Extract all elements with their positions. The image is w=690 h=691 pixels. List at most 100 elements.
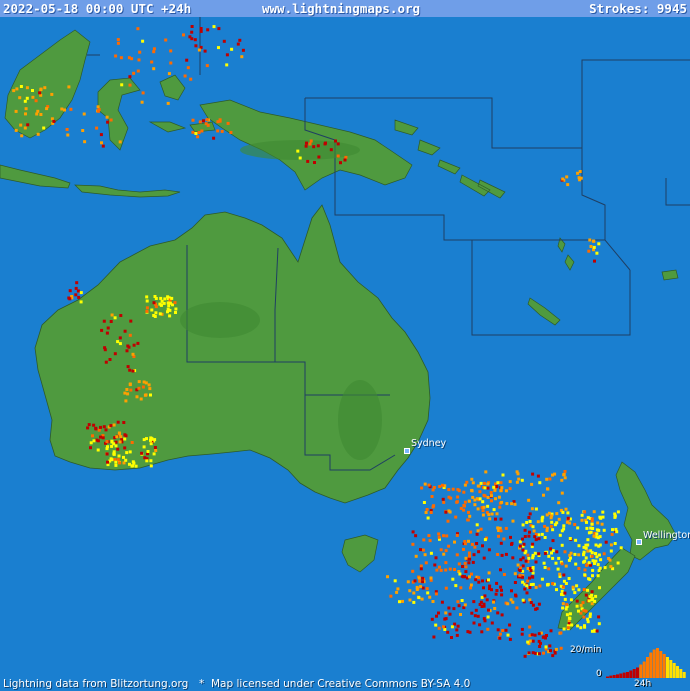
lightning-strike <box>443 617 447 621</box>
lightning-strike <box>599 558 603 562</box>
lightning-strike <box>142 445 146 449</box>
lightning-strike <box>313 161 316 164</box>
lightning-strike <box>489 491 493 494</box>
lightning-strike <box>603 566 607 570</box>
site-link[interactable]: www.lightningmaps.org <box>262 0 420 17</box>
lightning-strike <box>594 559 598 563</box>
lightning-strike <box>120 83 124 87</box>
lightning-strike <box>126 392 130 396</box>
lightning-strike <box>528 639 532 643</box>
lightning-strike <box>25 86 29 90</box>
histogram-bar <box>666 657 669 678</box>
lightning-strike <box>521 564 525 568</box>
lightning-strike <box>515 470 519 474</box>
lightning-strike <box>125 388 129 391</box>
lightning-strike <box>591 574 594 578</box>
lightning-strike <box>451 487 455 491</box>
lightning-strike <box>129 319 133 323</box>
lightning-strike <box>615 530 619 534</box>
lightning-strike <box>546 487 549 491</box>
lightning-strike <box>521 523 525 527</box>
lightning-strike <box>589 245 593 248</box>
lightning-strike <box>469 583 473 587</box>
lightning-strike <box>437 626 441 630</box>
lightning-strike <box>542 561 546 565</box>
histogram-bar <box>652 649 656 678</box>
lightning-strike <box>35 112 39 116</box>
lightning-strike <box>222 39 226 43</box>
lightning-strike <box>563 597 567 601</box>
lightning-strike <box>537 602 541 606</box>
lightning-strike <box>510 542 513 546</box>
lightning-strike <box>485 598 489 602</box>
lightning-strike <box>77 295 81 299</box>
lightning-strike <box>586 538 590 542</box>
lightning-strike <box>389 594 393 598</box>
lightning-strike <box>14 109 18 113</box>
lightning-strike <box>110 444 114 448</box>
lightning-strike <box>471 495 475 499</box>
lightning-strike <box>455 628 459 632</box>
lightning-strike <box>459 613 462 616</box>
lightning-strike <box>582 615 586 619</box>
lightning-strike <box>508 623 512 627</box>
lightning-strike <box>592 245 596 249</box>
lightning-strike <box>561 510 565 514</box>
lightning-strike <box>596 574 600 578</box>
lightning-strike <box>132 343 136 347</box>
sydney-marker <box>404 448 410 454</box>
lightning-strike <box>149 464 153 468</box>
lightning-strike <box>568 537 572 540</box>
lightning-strike <box>141 91 145 95</box>
lightning-strike <box>191 118 195 122</box>
lightning-strike <box>589 549 593 553</box>
lightning-strike <box>470 542 474 546</box>
lightning-strike <box>513 581 517 584</box>
lightning-strike <box>577 544 581 548</box>
lightning-strike <box>141 39 145 43</box>
lightning-strike <box>548 477 552 481</box>
lightning-strike <box>439 548 443 552</box>
lightning-strike <box>549 649 552 653</box>
lightning-strike <box>521 580 525 584</box>
lightning-strike <box>575 584 579 588</box>
lightning-strike <box>590 593 594 597</box>
lightning-strike <box>113 316 117 320</box>
lightning-strike <box>464 565 468 569</box>
lightning-strike <box>537 632 541 636</box>
lightning-strike <box>134 464 138 468</box>
lightning-strike <box>547 554 551 558</box>
lightning-strike <box>527 498 531 502</box>
lightning-strike <box>419 564 423 568</box>
lightning-strike <box>478 497 482 501</box>
lightning-strike <box>444 549 448 553</box>
lightning-strike <box>119 314 123 317</box>
lightning-strike <box>521 556 525 560</box>
lightning-strike <box>190 30 194 34</box>
lightning-strike <box>113 458 117 462</box>
lightning-strike <box>212 136 216 140</box>
lightning-strike <box>205 118 209 122</box>
lightning-strike <box>575 604 579 608</box>
lightning-strike <box>106 326 110 330</box>
lightning-strike <box>68 297 72 301</box>
histogram-bar <box>669 660 673 678</box>
lightning-strike <box>128 368 132 372</box>
lightning-strike <box>469 586 472 590</box>
lightning-strike <box>92 423 96 427</box>
lightning-strike <box>564 607 568 611</box>
lightning-strike <box>129 388 133 392</box>
lightning-strike <box>146 450 150 453</box>
lightning-strike <box>153 295 157 298</box>
lightning-strike <box>309 139 313 143</box>
lightning-strike <box>481 579 484 583</box>
lightning-strike <box>220 129 224 133</box>
lightning-strike <box>316 144 320 148</box>
lightning-strike <box>153 446 157 449</box>
lightning-strike <box>417 596 421 600</box>
lightning-strike <box>556 567 560 571</box>
lightning-strike <box>529 601 533 604</box>
lightning-strike <box>149 438 152 442</box>
lightning-strike <box>554 647 558 651</box>
lightning-strike <box>549 629 553 633</box>
